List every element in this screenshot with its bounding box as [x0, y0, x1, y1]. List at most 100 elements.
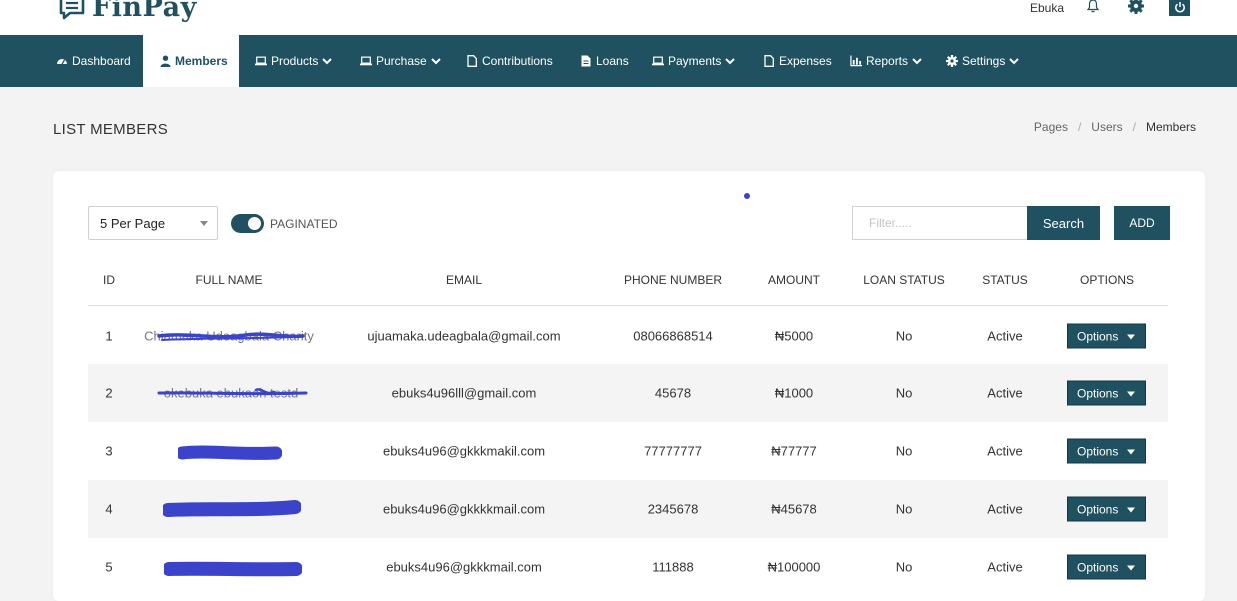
logo[interactable]: FinPay [58, 0, 197, 23]
cell-loan-status: No [895, 328, 913, 344]
cell-status: Active [987, 385, 1023, 401]
filter-input[interactable] [852, 206, 1028, 240]
toggle-knob [248, 217, 261, 230]
options-label: Options [1077, 386, 1119, 400]
cell-id: 4 [105, 501, 113, 517]
breadcrumb-separator: / [1132, 120, 1136, 134]
nav-label: Purchase [376, 54, 427, 68]
nav-payments[interactable]: Payments [652, 35, 736, 87]
nav-label: Contributions [482, 54, 553, 68]
gear-icon [946, 55, 958, 67]
cell-phone: 45678 [654, 385, 692, 401]
column-header-status: STATUS [982, 273, 1028, 287]
caret-down-icon [200, 221, 208, 226]
cell-id: 1 [105, 328, 113, 344]
cell-amount: ₦100000 [767, 559, 821, 575]
table-row: 3 ebuks4u96@gkkkmakil.com 77777777 ₦7777… [88, 422, 1168, 480]
search-button[interactable]: Search [1027, 206, 1100, 240]
table-row: 4 ebuks4u96@gkkkkmail.com 2345678 ₦45678… [88, 480, 1168, 538]
redaction-scribble [178, 445, 282, 460]
laptop-icon [360, 55, 372, 67]
nav-settings[interactable]: Settings [946, 35, 1020, 87]
page-title: LIST MEMBERS [53, 121, 169, 138]
breadcrumb-users[interactable]: Users [1091, 120, 1122, 134]
nav-purchase[interactable]: Purchase [360, 35, 441, 87]
cell-loan-status: No [895, 385, 913, 401]
cell-phone: 77777777 [644, 443, 702, 459]
caret-down-icon [1127, 334, 1135, 340]
chat-list-icon [59, 0, 85, 19]
column-header-phone-number: PHONE NUMBER [623, 273, 723, 287]
caret-down-icon [1127, 391, 1135, 397]
chevron-down-icon [912, 57, 922, 65]
options-button[interactable]: Options [1067, 554, 1146, 580]
user-icon [159, 55, 171, 67]
cell-email: ebuks4u96@gkkkkmail.com [382, 501, 546, 517]
user-name[interactable]: Ebuka [1030, 1, 1064, 15]
per-page-value: 5 Per Page [100, 215, 166, 231]
nav-label: Members [175, 54, 228, 68]
nav-loans[interactable]: Loans [580, 35, 629, 87]
options-button[interactable]: Options [1067, 380, 1146, 406]
nav-products[interactable]: Products [255, 35, 333, 87]
cell-status: Active [987, 443, 1023, 459]
laptop-icon [255, 55, 267, 67]
breadcrumb-pages[interactable]: Pages [1034, 120, 1068, 134]
nav-expenses[interactable]: Expenses [763, 35, 832, 87]
nav-label: Products [271, 54, 319, 68]
column-header-full-name: FULL NAME [195, 273, 263, 287]
options-button[interactable]: Options [1067, 323, 1146, 349]
options-label: Options [1077, 444, 1119, 458]
options-label: Options [1077, 560, 1119, 574]
cell-phone: 111888 [652, 559, 694, 575]
gear-icon[interactable] [1127, 0, 1145, 14]
cell-id: 5 [105, 559, 113, 575]
column-header-id: ID [103, 273, 115, 287]
column-header-amount: AMOUNT [768, 273, 820, 287]
logo-text: FinPay [92, 0, 197, 23]
options-button[interactable]: Options [1067, 438, 1146, 464]
redaction-scribble [157, 332, 305, 341]
redaction-scribble [164, 561, 302, 577]
bell-icon[interactable] [1085, 0, 1101, 14]
cell-amount: ₦1000 [774, 385, 814, 401]
nav-label: Dashboard [72, 54, 131, 68]
options-button[interactable]: Options [1067, 496, 1146, 522]
nav-members[interactable]: Members [143, 35, 239, 87]
bar-chart-icon [850, 55, 862, 67]
dashboard-icon [56, 55, 68, 67]
cell-status: Active [987, 559, 1023, 575]
chevron-down-icon [725, 57, 736, 65]
redaction-scribble [163, 500, 301, 517]
power-icon[interactable] [1169, 0, 1190, 16]
per-page-select[interactable]: 5 Per Page [88, 206, 218, 240]
nav-contributions[interactable]: Contributions [466, 35, 553, 87]
chevron-down-icon [322, 57, 333, 65]
paginated-label: PAGINATED [270, 217, 338, 231]
cell-status: Active [987, 501, 1023, 517]
cell-amount: ₦77777 [771, 443, 817, 459]
cell-id: 2 [105, 385, 113, 401]
nav-reports[interactable]: Reports [850, 35, 922, 87]
cell-email: ebuks4u96@gkkkmail.com [386, 559, 542, 575]
add-button[interactable]: ADD [1114, 206, 1170, 240]
paginated-toggle[interactable] [231, 214, 264, 233]
top-bar: FinPay Ebuka [0, 0, 1237, 35]
cell-email: ujuamaka.udeagbala@gmail.com [367, 328, 561, 344]
column-header-options: OPTIONS [1079, 273, 1135, 287]
table-row: 5 ebuks4u96@gkkkmail.com 111888 ₦100000 … [88, 538, 1168, 596]
column-header-email: EMAIL [445, 273, 483, 287]
caret-down-icon [1127, 449, 1135, 455]
file-text-icon [580, 55, 592, 67]
nav-dashboard[interactable]: Dashboard [56, 35, 131, 87]
loading-dot [744, 193, 750, 199]
cell-id: 3 [105, 443, 113, 459]
chevron-down-icon [1009, 57, 1020, 65]
breadcrumb: Pages / Users / Members [1034, 120, 1196, 134]
cell-email: ebuks4u96lll@gmail.com [391, 385, 537, 401]
file-icon [763, 55, 775, 67]
cell-status: Active [987, 328, 1023, 344]
cell-amount: ₦45678 [771, 501, 817, 517]
table-header: ID FULL NAME EMAIL PHONE NUMBER AMOUNT L… [88, 262, 1168, 306]
table-row: 2 okebuka ebukaoh testd ebuks4u96lll@gma… [88, 364, 1168, 422]
